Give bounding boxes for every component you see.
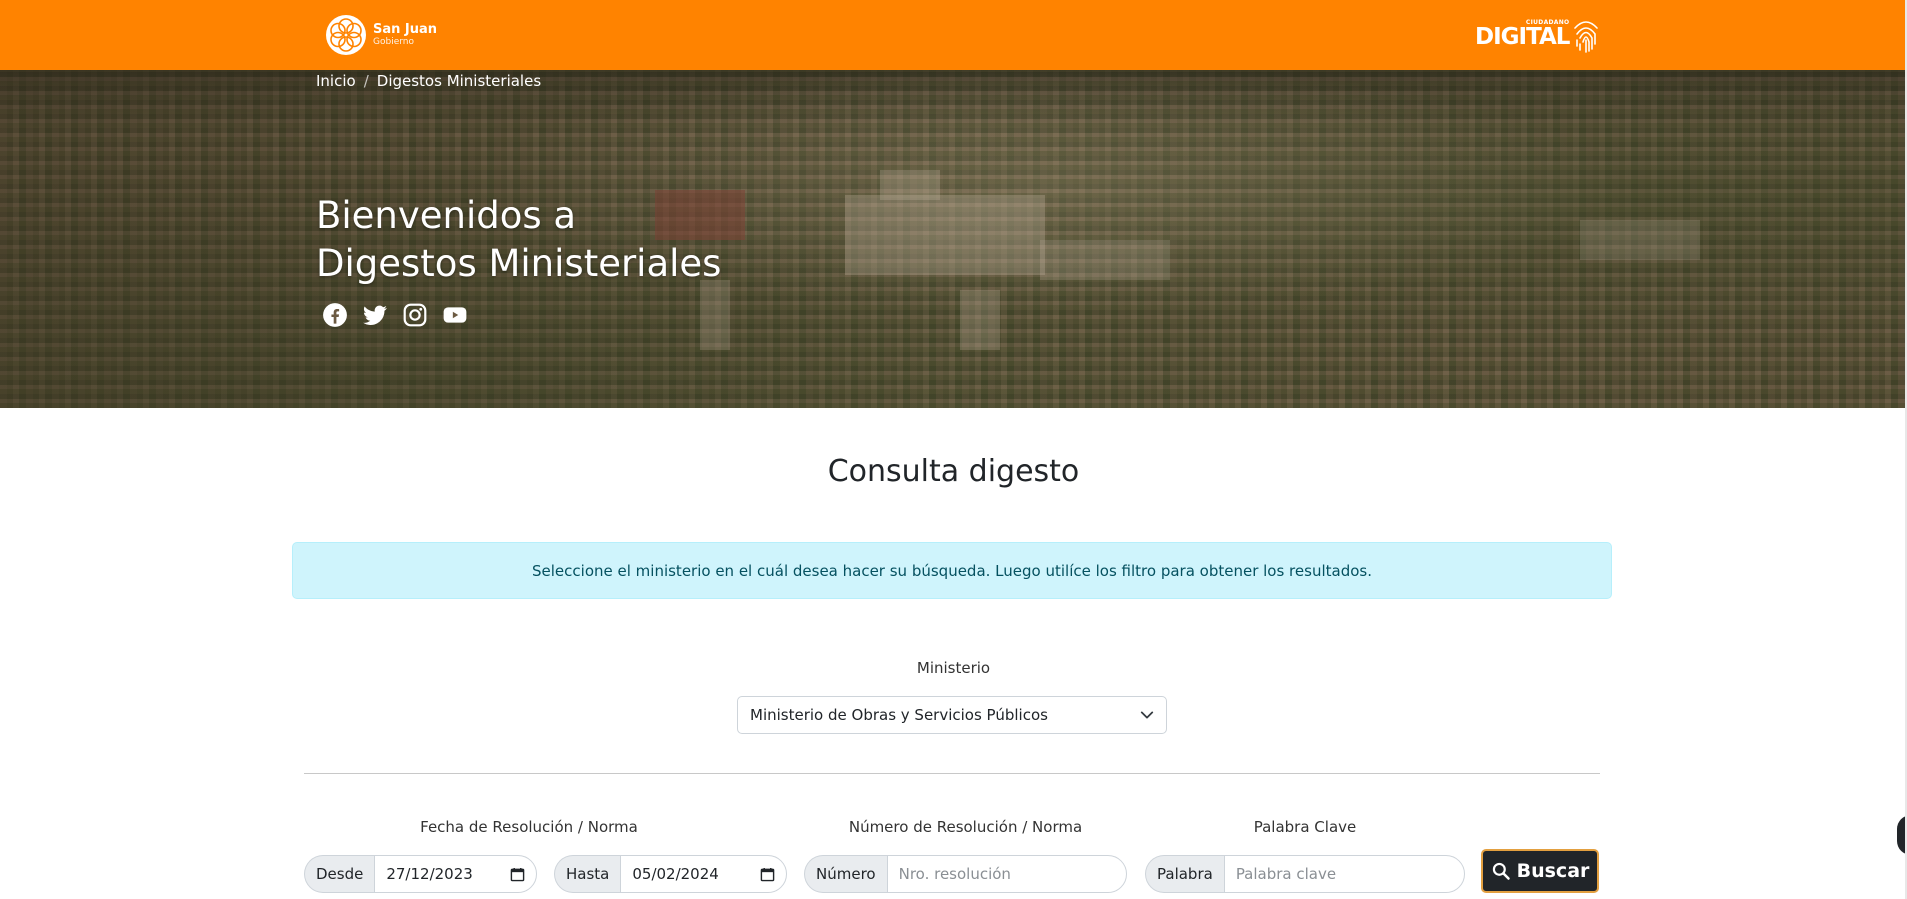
buscar-label: Buscar bbox=[1516, 860, 1590, 882]
numero-group: Número bbox=[804, 855, 1127, 893]
hasta-date-group: Hasta 05/02/2024 bbox=[554, 855, 787, 893]
breadcrumb-current: Digestos Ministeriales bbox=[376, 72, 542, 90]
ministerio-label: Ministerio bbox=[916, 659, 991, 677]
san-juan-emblem-icon bbox=[326, 15, 366, 55]
palabra-group: Palabra bbox=[1145, 855, 1465, 893]
divider bbox=[304, 773, 1600, 774]
instagram-icon[interactable] bbox=[402, 302, 428, 328]
top-bar: San Juan Gobierno CIUDADANO DIGITAL bbox=[0, 0, 1907, 70]
search-icon bbox=[1492, 862, 1510, 880]
twitter-icon[interactable] bbox=[362, 302, 388, 328]
desde-addon: Desde bbox=[304, 855, 375, 893]
breadcrumb-home-link[interactable]: Inicio bbox=[316, 72, 356, 90]
calendar-icon[interactable] bbox=[760, 867, 775, 882]
hasta-addon: Hasta bbox=[554, 855, 621, 893]
hasta-date-input[interactable]: 05/02/2024 bbox=[620, 855, 787, 893]
hero-title: Bienvenidos a Digestos Ministeriales bbox=[316, 192, 721, 288]
fingerprint-icon bbox=[1574, 21, 1599, 53]
hasta-date-value: 05/02/2024 bbox=[632, 865, 719, 883]
hero-banner bbox=[0, 70, 1907, 408]
numero-field[interactable] bbox=[886, 855, 1127, 893]
ciudadano-digital-logo[interactable]: CIUDADANO DIGITAL bbox=[1475, 14, 1601, 54]
desde-date-input[interactable]: 27/12/2023 bbox=[374, 855, 537, 893]
hero-title-line2: Digestos Ministeriales bbox=[316, 242, 722, 285]
facebook-icon[interactable] bbox=[322, 302, 348, 328]
logo-big-text: DIGITAL bbox=[1475, 24, 1570, 50]
san-juan-logo[interactable]: San Juan Gobierno bbox=[325, 14, 437, 56]
calendar-icon[interactable] bbox=[510, 867, 525, 882]
fecha-label: Fecha de Resolución / Norma bbox=[420, 818, 638, 836]
ministerio-selected-value: Ministerio de Obras y Servicios Públicos bbox=[750, 706, 1048, 724]
buscar-button[interactable]: Buscar bbox=[1481, 849, 1599, 893]
numero-label: Número de Resolución / Norma bbox=[848, 818, 1083, 836]
logo-name: San Juan bbox=[373, 22, 438, 37]
palabra-field[interactable] bbox=[1223, 855, 1465, 893]
youtube-icon[interactable] bbox=[442, 302, 468, 328]
hero-title-line1: Bienvenidos a bbox=[316, 194, 577, 237]
info-alert: Seleccione el ministerio en el cuál dese… bbox=[292, 542, 1612, 599]
palabra-input[interactable] bbox=[1235, 865, 1453, 883]
palabra-addon: Palabra bbox=[1145, 855, 1224, 893]
numero-addon: Número bbox=[804, 855, 887, 893]
chevron-down-icon bbox=[1140, 711, 1154, 719]
numero-input[interactable] bbox=[898, 865, 1115, 883]
palabra-label: Palabra Clave bbox=[1253, 818, 1357, 836]
logo-subtitle: Gobierno bbox=[373, 37, 414, 47]
ministerio-select[interactable]: Ministerio de Obras y Servicios Públicos bbox=[737, 696, 1167, 734]
social-links bbox=[322, 302, 468, 328]
breadcrumb-separator: / bbox=[363, 72, 369, 90]
desde-date-value: 27/12/2023 bbox=[386, 865, 473, 883]
desde-date-group: Desde 27/12/2023 bbox=[304, 855, 537, 893]
breadcrumb: Inicio / Digestos Ministeriales bbox=[316, 72, 541, 90]
page-title: Consulta digesto bbox=[827, 454, 1080, 489]
